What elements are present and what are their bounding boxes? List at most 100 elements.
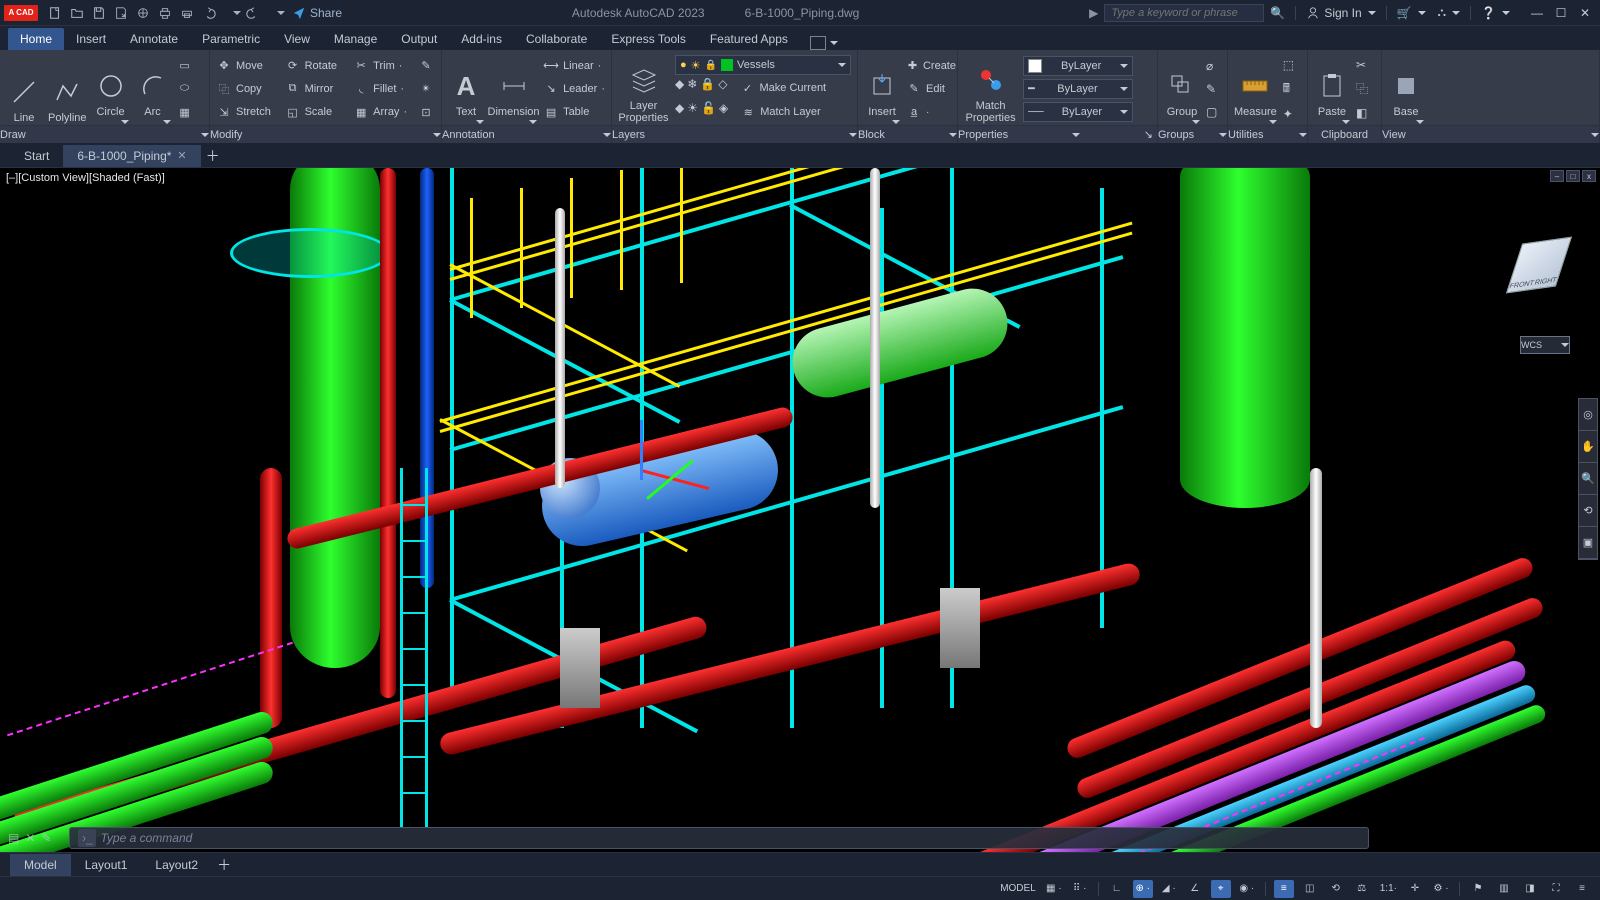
tab-annotate[interactable]: Annotate	[118, 28, 190, 50]
panel-label-layers[interactable]: Layers	[612, 129, 645, 141]
vp-minimize-icon[interactable]: –	[1550, 170, 1564, 182]
panel-label-modify[interactable]: Modify	[210, 129, 242, 141]
viewport[interactable]: [–][Custom View][Shaded (Fast)] – □ x FR…	[0, 168, 1600, 852]
viewport-label[interactable]: [–][Custom View][Shaded (Fast)]	[6, 172, 165, 184]
stretch-button[interactable]: ⇲Stretch	[216, 101, 279, 123]
vp-maximize-icon[interactable]: □	[1566, 170, 1580, 182]
workspace-icon[interactable]: ⚙ ·	[1431, 880, 1451, 898]
undo-icon[interactable]	[199, 3, 219, 23]
customize-status-icon[interactable]: ≡	[1572, 880, 1592, 898]
arc-button[interactable]: Arc	[135, 54, 171, 124]
point-icon[interactable]: ✦	[1283, 107, 1301, 121]
rectangle-icon[interactable]: ▭	[177, 55, 197, 77]
match-properties-button[interactable]: Match Properties	[964, 54, 1017, 124]
print-icon[interactable]	[177, 3, 197, 23]
measure-button[interactable]: Measure	[1234, 54, 1277, 124]
otrack-icon[interactable]: ∠	[1185, 880, 1205, 898]
edit-block-button[interactable]: ✎Edit	[906, 78, 956, 100]
trim-button[interactable]: ✂Trim ·	[353, 55, 412, 77]
qprops-icon[interactable]: ◨	[1520, 880, 1540, 898]
table-button[interactable]: ▤Table	[543, 101, 605, 123]
layer-lock-icon[interactable]: 🔒	[700, 77, 715, 99]
app-switcher-icon[interactable]: ⛬	[1438, 5, 1446, 20]
layout-add-icon[interactable]: ＋	[212, 855, 236, 875]
tab-featured[interactable]: Featured Apps	[698, 28, 800, 50]
vp-close-icon[interactable]: x	[1582, 170, 1596, 182]
circle-button[interactable]: Circle	[93, 54, 129, 124]
clip-misc-icon[interactable]: ◧	[1356, 106, 1374, 120]
panel-label-groups[interactable]: Groups	[1158, 129, 1194, 141]
osnap-icon[interactable]: ⌖	[1211, 880, 1231, 898]
command-input[interactable]: ›_ Type a command	[69, 827, 1369, 849]
steering-wheel-icon[interactable]: ◎	[1579, 399, 1597, 431]
signin-button[interactable]: Sign In	[1306, 6, 1375, 20]
share-button[interactable]: Share	[292, 6, 342, 20]
pan-icon[interactable]: ✋	[1579, 431, 1597, 463]
tab-view[interactable]: View	[272, 28, 322, 50]
ellipse-icon[interactable]: ⬭	[177, 78, 197, 100]
cmd-close-icon[interactable]: ✕	[25, 831, 35, 845]
web-mobile-icon[interactable]	[133, 3, 153, 23]
redo-icon[interactable]	[243, 3, 263, 23]
model-space-button[interactable]: MODEL	[998, 880, 1038, 898]
navigation-bar[interactable]: ◎ ✋ 🔍 ⟲ ▣	[1578, 398, 1598, 560]
close-tab-icon[interactable]: ✕	[177, 149, 186, 162]
linetype-dropdown[interactable]: ──ByLayer	[1023, 102, 1133, 122]
open-icon[interactable]	[67, 3, 87, 23]
save-icon[interactable]	[89, 3, 109, 23]
help-icon[interactable]: ❔	[1481, 6, 1496, 20]
lineweight-dropdown[interactable]: ━ByLayer	[1023, 79, 1133, 99]
tab-express[interactable]: Express Tools	[599, 28, 697, 50]
close-icon[interactable]: ✕	[1574, 5, 1596, 21]
layer-freeze-icon[interactable]: ❄	[687, 77, 697, 99]
ortho-icon[interactable]: ∟	[1107, 880, 1127, 898]
iso-icon[interactable]: ◢ ·	[1159, 880, 1179, 898]
tab-parametric[interactable]: Parametric	[190, 28, 272, 50]
panel-label-view[interactable]: View	[1382, 129, 1406, 141]
cmd-customize-icon[interactable]: ✎	[41, 831, 51, 845]
mirror-button[interactable]: ⧉Mirror	[285, 78, 348, 100]
snap-icon[interactable]: ⠿ ·	[1070, 880, 1090, 898]
scale-ratio[interactable]: 1:1 ·	[1378, 880, 1399, 898]
panel-label-annotation[interactable]: Annotation	[442, 129, 495, 141]
polar-icon[interactable]: ⊕ ·	[1133, 880, 1153, 898]
edit-attr-button[interactable]: a̲·	[906, 101, 956, 123]
group-button[interactable]: Group	[1164, 54, 1200, 124]
dimension-button[interactable]: Dimension	[490, 54, 537, 124]
panel-label-draw[interactable]: Draw	[0, 129, 26, 141]
file-tab-start[interactable]: Start	[10, 145, 63, 167]
insert-button[interactable]: Insert	[864, 54, 900, 124]
layout-tab-layout2[interactable]: Layout2	[141, 854, 212, 876]
tab-output[interactable]: Output	[389, 28, 449, 50]
plot-icon[interactable]	[155, 3, 175, 23]
select-icon[interactable]: ⬚	[1283, 58, 1301, 72]
search-icon[interactable]: 🔍	[1270, 6, 1285, 20]
chevron-down-icon[interactable]	[221, 3, 241, 23]
grid-icon[interactable]: ▦ ·	[1044, 880, 1064, 898]
layer-properties-button[interactable]: Layer Properties	[618, 54, 669, 124]
layer-iso-icon[interactable]: ◇	[718, 77, 727, 99]
search-input[interactable]	[1104, 4, 1264, 22]
base-view-button[interactable]: Base	[1388, 54, 1424, 124]
autocad-logo[interactable]: A CAD	[4, 5, 38, 21]
linear-button[interactable]: ⟷Linear ·	[543, 55, 605, 77]
cmd-history-icon[interactable]: ▤	[8, 831, 19, 845]
gizmo-icon[interactable]: ✛	[1405, 880, 1425, 898]
panel-label-utilities[interactable]: Utilities	[1228, 129, 1263, 141]
erase-icon[interactable]: ✎	[418, 55, 435, 77]
copy-clip-icon[interactable]: ⿻	[1356, 80, 1374, 97]
layer-thaw-icon[interactable]: ☀	[687, 101, 698, 123]
clean-screen-icon[interactable]: ⛶	[1546, 880, 1566, 898]
tab-collaborate[interactable]: Collaborate	[514, 28, 599, 50]
ribbon-expand-icon[interactable]	[810, 36, 838, 50]
hatch-icon[interactable]: ▦	[177, 101, 197, 123]
line-button[interactable]: Line	[6, 54, 42, 124]
cart-icon[interactable]: 🛒	[1397, 6, 1412, 20]
color-dropdown[interactable]: ByLayer	[1023, 56, 1133, 76]
copy-button[interactable]: ⿻Copy	[216, 78, 279, 100]
layer-uniso-icon[interactable]: ◈	[719, 101, 728, 123]
layer-dropdown[interactable]: ●☀ Vessels	[675, 55, 851, 75]
array-button[interactable]: ▦Array ·	[353, 101, 412, 123]
transparency-icon[interactable]: ◫	[1300, 880, 1320, 898]
rotate-button[interactable]: ⟳Rotate	[285, 55, 348, 77]
